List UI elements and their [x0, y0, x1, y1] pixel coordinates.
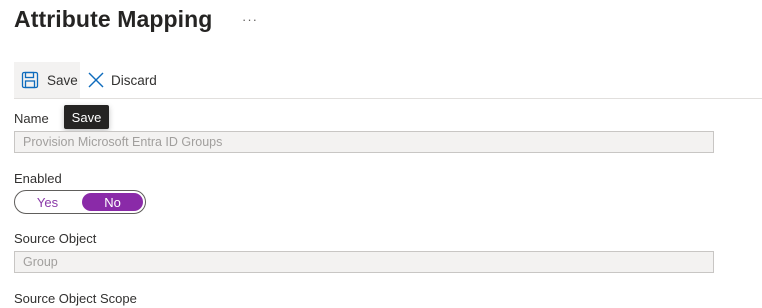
save-tooltip: Save [64, 105, 109, 129]
page-title: Attribute Mapping [14, 6, 213, 32]
save-button-label: Save [47, 72, 78, 88]
close-icon [87, 71, 105, 89]
enabled-toggle[interactable]: Yes No [14, 190, 146, 214]
name-field[interactable]: Provision Microsoft Entra ID Groups [14, 131, 714, 153]
source-object-field[interactable]: Group [14, 251, 714, 273]
attribute-mapping-page: Attribute Mapping ··· Save Discard Name … [0, 0, 762, 308]
command-bar: Save Discard [14, 62, 762, 99]
save-icon [21, 71, 39, 89]
source-object-label: Source Object [14, 231, 97, 246]
name-label: Name [14, 111, 49, 126]
more-options-button[interactable]: ··· [242, 12, 258, 27]
source-object-scope-label: Source Object Scope [14, 291, 137, 306]
discard-button[interactable]: Discard [87, 62, 167, 98]
enabled-yes-option[interactable]: Yes [17, 193, 78, 211]
discard-button-label: Discard [111, 72, 157, 88]
enabled-label: Enabled [14, 171, 62, 186]
enabled-no-option[interactable]: No [82, 193, 143, 211]
save-button[interactable]: Save [14, 62, 80, 98]
